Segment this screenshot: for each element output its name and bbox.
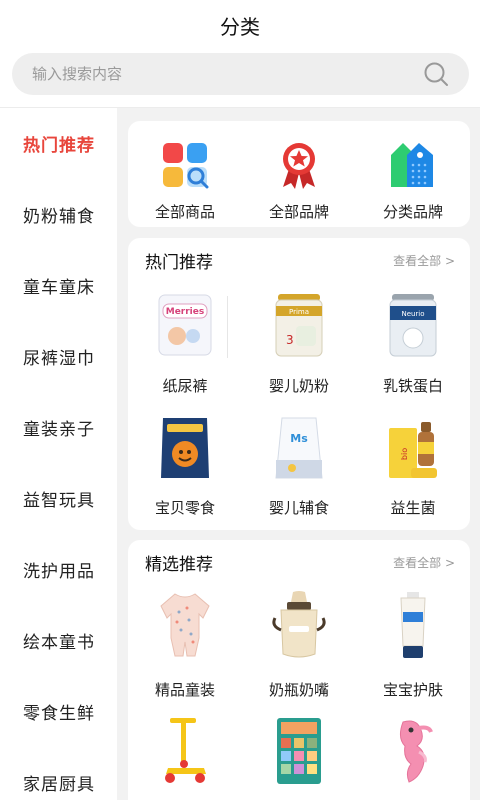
diaper-pack-icon: Merries xyxy=(158,294,212,356)
pick-item-scooter[interactable] xyxy=(128,710,242,800)
section-header: 热门推荐 查看全部 > xyxy=(145,248,455,273)
hot-item-label: 婴儿奶粉 xyxy=(268,377,329,395)
pick-item-label: 宝宝护肤 xyxy=(382,681,443,699)
view-all-link[interactable]: 查看全部 > xyxy=(393,554,455,571)
quick-all-products[interactable]: 全部商品 xyxy=(128,121,242,227)
pick-item-plush[interactable] xyxy=(356,710,470,800)
tag-label-icon xyxy=(391,143,433,187)
category-content: 全部商品 全部品牌 分类品牌 热门推荐 查看全部 > Merries 纸尿裤 P… xyxy=(117,108,480,800)
baby-bottle-icon xyxy=(272,591,326,658)
pick-item-clothing[interactable]: 精品童装 xyxy=(128,586,242,706)
page-title: 分类 xyxy=(220,14,260,39)
kick-scooter-icon xyxy=(165,718,206,783)
selected-recommend-card: 精选推荐 查看全部 > 精品童装 奶瓶奶嘴 宝宝护肤 xyxy=(128,540,470,800)
hot-item-diapers[interactable]: Merries 纸尿裤 xyxy=(128,286,242,406)
svg-text:bio: bio xyxy=(400,448,409,460)
svg-text:3: 3 xyxy=(286,333,294,347)
sidebar-item-care[interactable]: 洗护用品 xyxy=(0,534,117,605)
quick-category-brands[interactable]: 分类品牌 xyxy=(356,121,470,227)
search-bar-area xyxy=(0,50,480,108)
lactoferrin-can-icon: Neurio xyxy=(389,294,437,357)
svg-text:Neurio: Neurio xyxy=(401,310,424,318)
quick-entry-card: 全部商品 全部品牌 分类品牌 xyxy=(128,121,470,227)
search-icon[interactable] xyxy=(423,61,449,87)
search-box[interactable] xyxy=(12,53,469,95)
pick-item-skincare[interactable]: 宝宝护肤 xyxy=(356,586,470,706)
pick-item-label: 奶瓶奶嘴 xyxy=(268,681,329,699)
sidebar-item-toys[interactable]: 益智玩具 xyxy=(0,463,117,534)
quick-label: 全部商品 xyxy=(154,203,215,221)
hot-item-label: 纸尿裤 xyxy=(162,377,208,395)
sidebar-item-milk-food[interactable]: 奶粉辅食 xyxy=(0,179,117,250)
section-header: 精选推荐 查看全部 > xyxy=(145,550,455,575)
hot-item-baby-food[interactable]: Ms 婴儿辅食 xyxy=(242,408,356,528)
pick-item-bottles[interactable]: 奶瓶奶嘴 xyxy=(242,586,356,706)
baby-romper-icon xyxy=(160,593,210,657)
quick-all-brands[interactable]: 全部品牌 xyxy=(242,121,356,227)
cream-tube-icon xyxy=(400,592,426,658)
baby-food-pouch-icon: Ms xyxy=(275,417,323,479)
view-all-link[interactable]: 查看全部 > xyxy=(393,252,455,269)
sidebar-item-diapers-wipes[interactable]: 尿裤湿巾 xyxy=(0,321,117,392)
pick-item-books[interactable] xyxy=(242,710,356,800)
hot-item-label: 婴儿辅食 xyxy=(268,499,329,517)
search-input[interactable] xyxy=(32,65,392,83)
pick-item-label: 精品童装 xyxy=(154,681,215,699)
hot-item-label: 益生菌 xyxy=(390,499,436,517)
star-badge-icon xyxy=(283,143,315,189)
svg-text:Merries: Merries xyxy=(166,307,204,317)
hot-item-probiotics[interactable]: bio 益生菌 xyxy=(356,408,470,528)
picture-book-set-icon xyxy=(277,718,321,784)
quick-label: 分类品牌 xyxy=(382,203,443,221)
hot-item-snacks[interactable]: 宝贝零食 xyxy=(128,408,242,528)
svg-text:Ms: Ms xyxy=(290,432,308,445)
sidebar-item-books[interactable]: 绘本童书 xyxy=(0,605,117,676)
sidebar-item-kids-clothing[interactable]: 童装亲子 xyxy=(0,392,117,463)
hot-item-milk-powder[interactable]: Prima 3 婴儿奶粉 xyxy=(242,286,356,406)
sidebar-item-stroller-crib[interactable]: 童车童床 xyxy=(0,250,117,321)
hot-item-label: 乳铁蛋白 xyxy=(382,377,443,395)
top-bar: 分类 xyxy=(0,0,480,50)
snack-bag-icon xyxy=(161,418,209,478)
plush-seahorse-icon xyxy=(399,720,433,783)
sidebar-item-snacks-fresh[interactable]: 零食生鲜 xyxy=(0,676,117,747)
svg-text:Prima: Prima xyxy=(289,308,309,316)
section-title: 热门推荐 xyxy=(145,252,213,273)
sidebar-item-hot[interactable]: 热门推荐 xyxy=(0,108,117,179)
quick-label: 全部品牌 xyxy=(268,203,329,221)
category-sidebar: 热门推荐 奶粉辅食 童车童床 尿裤湿巾 童装亲子 益智玩具 洗护用品 绘本童书 … xyxy=(0,108,117,800)
hot-item-label: 宝贝零食 xyxy=(154,499,215,517)
milk-powder-can-icon: Prima 3 xyxy=(275,294,323,357)
probiotic-box-icon: bio xyxy=(389,422,437,478)
section-title: 精选推荐 xyxy=(145,554,213,575)
hot-recommend-card: 热门推荐 查看全部 > Merries 纸尿裤 Prima 3 婴儿奶粉 Neu… xyxy=(128,238,470,530)
grid-apps-icon xyxy=(163,143,209,189)
sidebar-item-home-kitchen[interactable]: 家居厨具 xyxy=(0,747,117,800)
hot-item-lactoferrin[interactable]: Neurio 乳铁蛋白 xyxy=(356,286,470,406)
